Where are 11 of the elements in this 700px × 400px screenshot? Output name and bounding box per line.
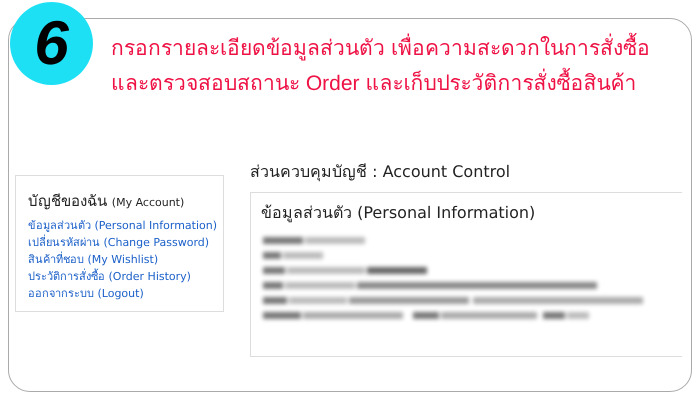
sidebar-title: บัญชีของฉัน (My Account) <box>28 191 184 212</box>
heading-text: กรอกรายละเอียดข้อมูลส่วนตัว เพื่อความสะดวกในการสั่งซื้อ <box>111 31 650 66</box>
sidebar-link[interactable]: ข้อมูลส่วนตัว (Personal Information) <box>28 216 218 234</box>
heading-text: และตรวจสอบสถานะ Order และเก็บประวัติการสั่งซื้อสินค้า <box>111 66 636 101</box>
sidebar-link[interactable]: ออกจากระบบ (Logout) <box>28 284 144 302</box>
section-title: ส่วนควบคุมบัญชี : Account Control <box>250 161 510 184</box>
sidebar-link[interactable]: สินค้าที่ชอบ (My Wishlist) <box>28 250 158 268</box>
sidebar-link[interactable]: ประวัติการสั่งซื้อ (Order History) <box>28 268 191 284</box>
card-title: ข้อมูลส่วนตัว (Personal Information) <box>261 202 536 224</box>
step-badge: 6 <box>10 2 93 85</box>
sidebar-link[interactable]: เปลี่ยนรหัสผ่าน (Change Password) <box>28 234 210 250</box>
